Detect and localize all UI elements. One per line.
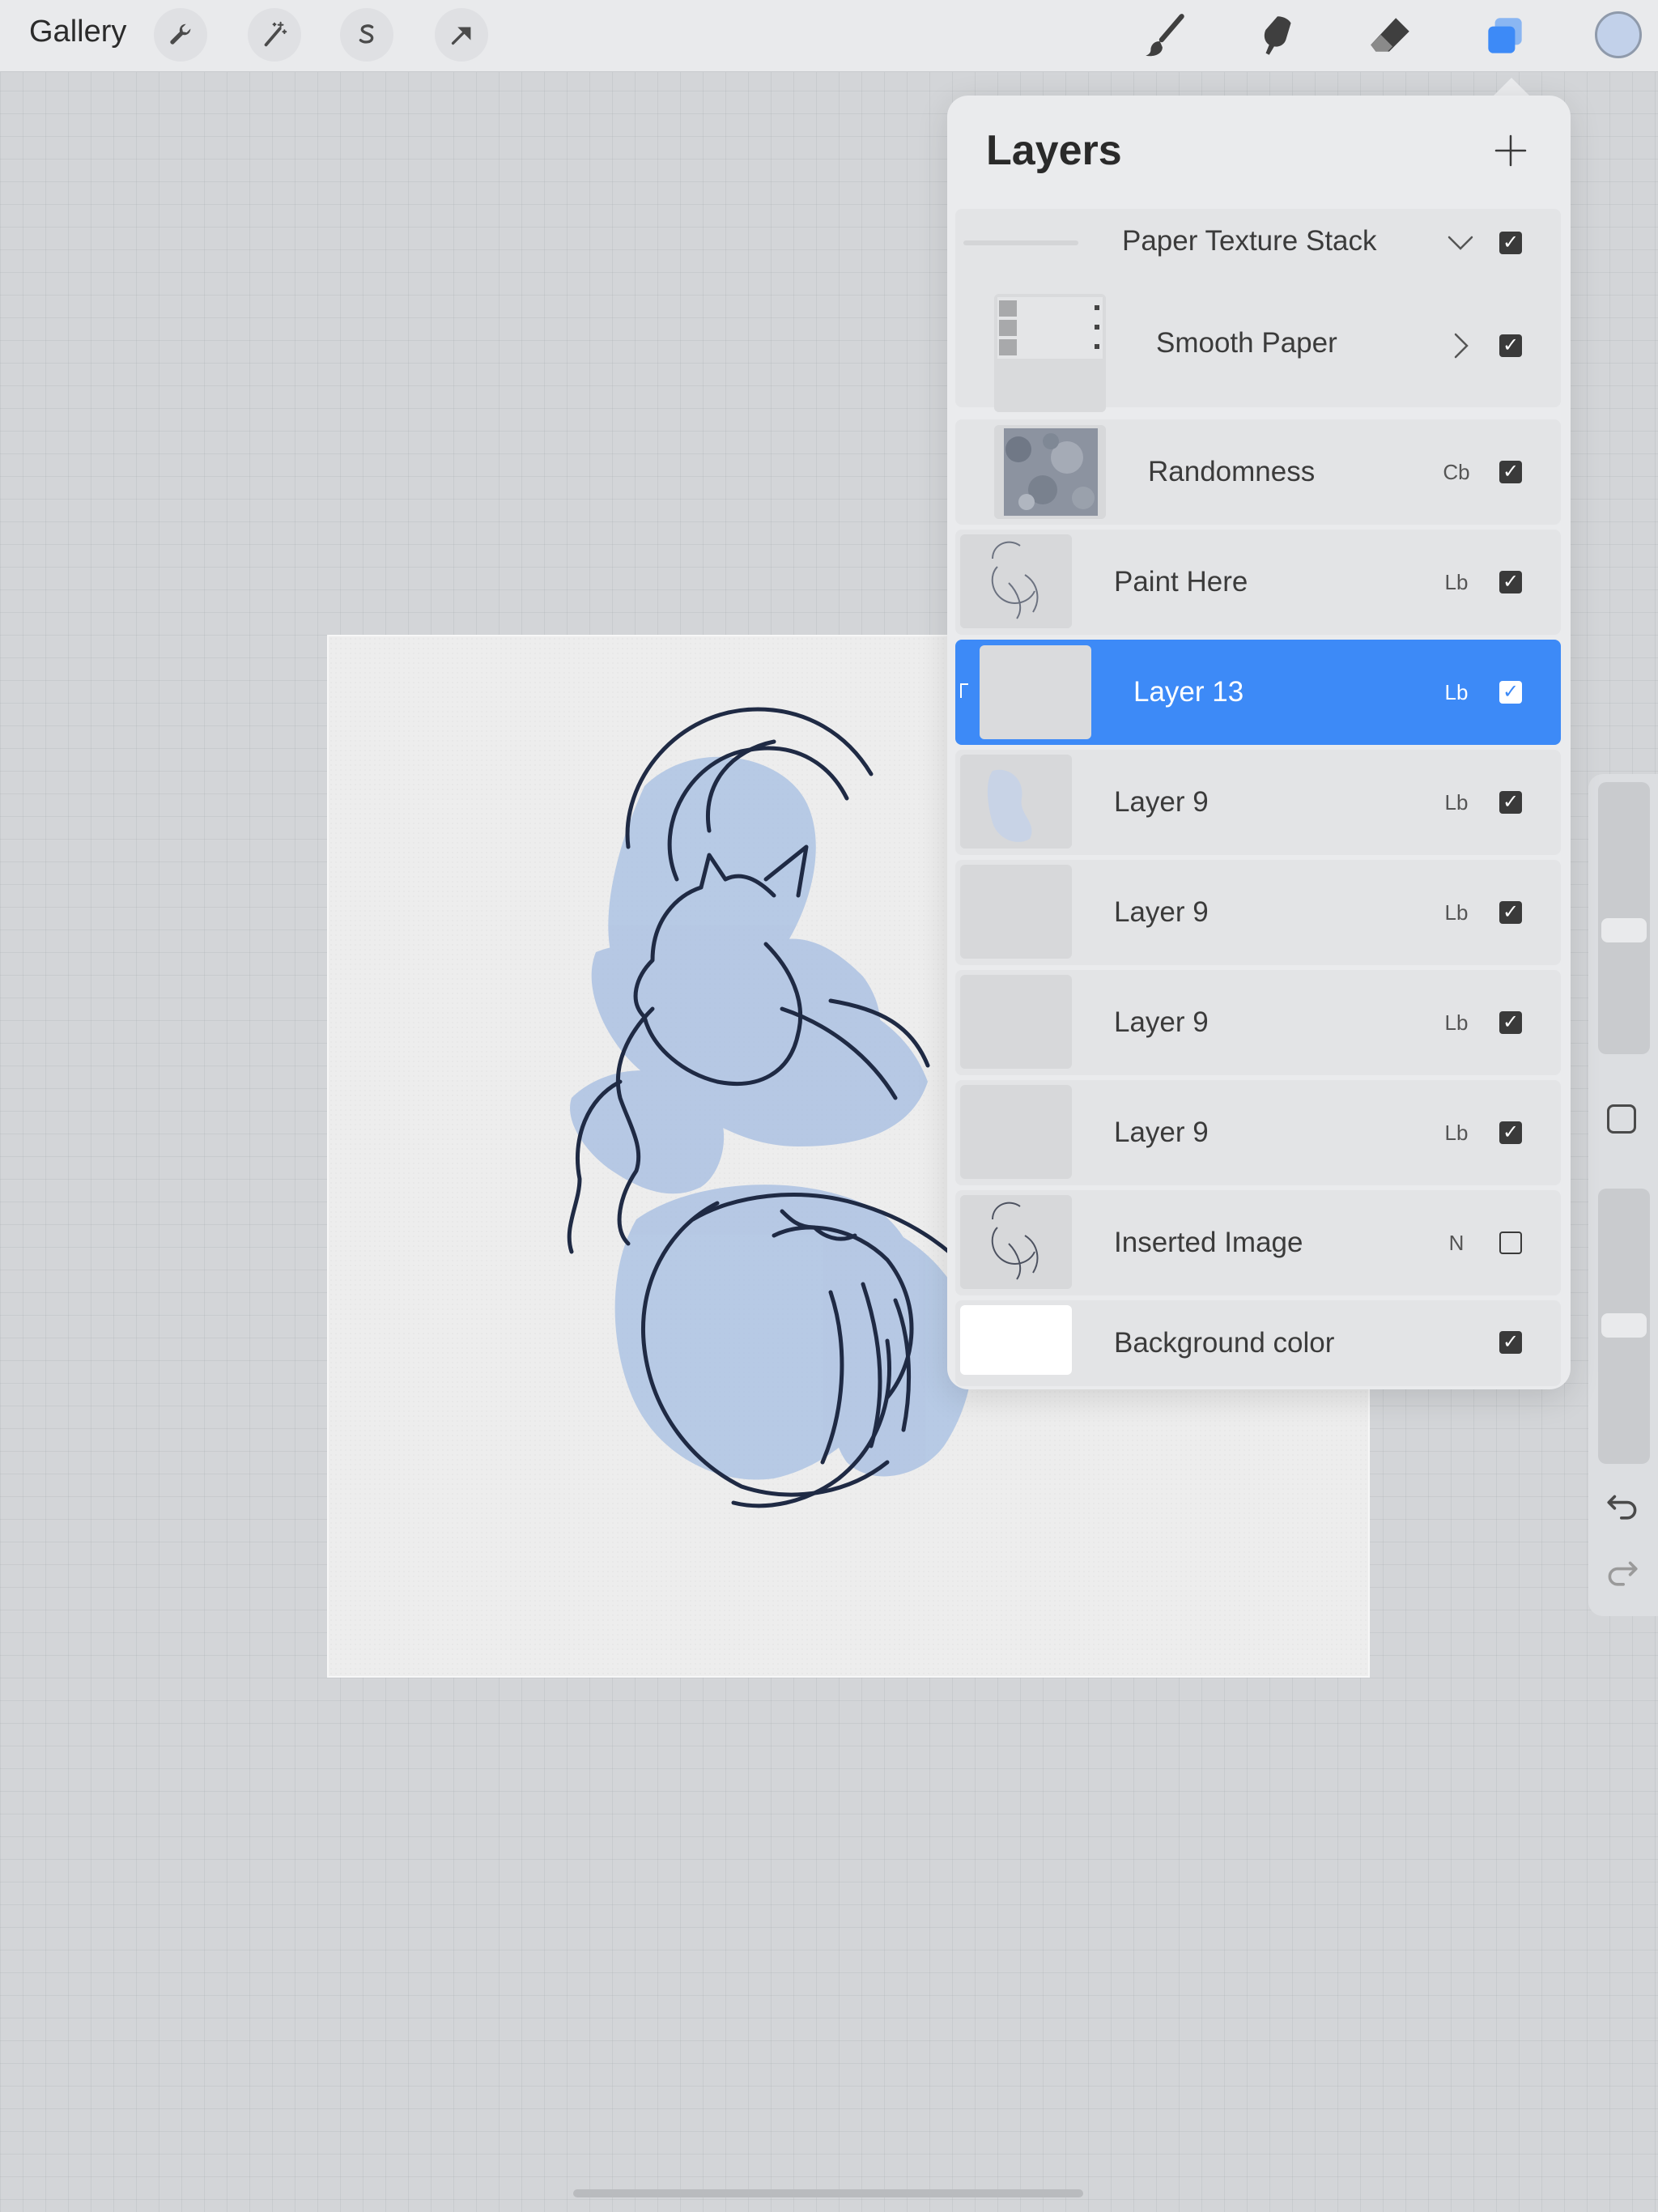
layer-thumbnail (960, 1195, 1072, 1289)
layer-thumbnail (960, 534, 1072, 628)
layer-thumbnail (960, 865, 1072, 959)
smudge-icon (1264, 16, 1291, 55)
redo-icon[interactable] (1603, 1551, 1642, 1590)
gallery-button[interactable]: Gallery (29, 15, 126, 49)
blend-mode-label[interactable]: Cb (1436, 460, 1477, 485)
background-color-swatch[interactable] (960, 1305, 1072, 1375)
layer-name: Paper Texture Stack (1122, 225, 1377, 257)
adjustments-button[interactable] (248, 8, 301, 62)
layer-thumbnail (960, 755, 1072, 849)
layers-panel-title: Layers (986, 127, 1122, 174)
transform-button[interactable] (435, 8, 488, 62)
modify-button[interactable] (1607, 1104, 1636, 1134)
layer-visibility-checkbox[interactable]: ✓ (1499, 461, 1522, 483)
layer-row[interactable]: Layer 9 Lb ✓ (955, 970, 1561, 1075)
layer-thumbnail (994, 425, 1106, 519)
layer-thumbnail (960, 1085, 1072, 1179)
blend-mode-label[interactable]: Lb (1436, 1010, 1477, 1036)
layer-visibility-checkbox[interactable]: ✓ (1499, 791, 1522, 814)
popover-pointer (1492, 78, 1531, 97)
layer-name: Layer 9 (1114, 1117, 1209, 1148)
layer-row[interactable]: Inserted Image N (955, 1190, 1561, 1295)
layer-name: Layer 9 (1114, 1006, 1209, 1038)
layer-visibility-checkbox[interactable]: ✓ (1499, 901, 1522, 924)
transform-arrow-icon (451, 27, 471, 45)
selection-button[interactable] (340, 8, 393, 62)
opacity-slider[interactable] (1598, 1189, 1650, 1464)
blend-mode-label[interactable]: Lb (1436, 790, 1477, 815)
home-indicator[interactable] (573, 2189, 1083, 2197)
layer-row-selected[interactable]: Layer 13 Lb ✓ (955, 640, 1561, 745)
layer-row-background[interactable]: Background color ✓ (955, 1300, 1561, 1386)
chevron-right-icon[interactable] (1444, 330, 1477, 362)
top-toolbar: Gallery (0, 0, 1658, 72)
selection-s-icon (359, 24, 374, 44)
add-layer-icon[interactable] (1491, 131, 1530, 170)
layer-name: Background color (1114, 1327, 1335, 1359)
layer-name: Inserted Image (1114, 1227, 1303, 1258)
layer-row[interactable]: Layer 9 Lb ✓ (955, 750, 1561, 855)
eraser-tool[interactable] (1363, 8, 1419, 65)
layer-thumbnail (980, 645, 1091, 739)
layer-visibility-checkbox[interactable]: ✓ (1499, 232, 1522, 254)
group-thumbnail (963, 240, 1078, 245)
undo-icon[interactable] (1603, 1485, 1642, 1524)
blend-mode-label[interactable]: N (1436, 1231, 1477, 1256)
chevron-down-icon[interactable] (1444, 227, 1477, 259)
layer-thumbnail (960, 975, 1072, 1069)
layer-thumbnail (994, 294, 1106, 412)
opacity-thumb[interactable] (1601, 1313, 1647, 1338)
layer-name: Randomness (1148, 456, 1316, 487)
layer-visibility-checkbox[interactable]: ✓ (1499, 681, 1522, 704)
wrench-icon (170, 23, 191, 45)
layer-row-group[interactable]: Smooth Paper ✓ (955, 286, 1561, 412)
blend-mode-label[interactable]: Lb (1436, 1121, 1477, 1146)
blend-mode-label[interactable]: Lb (1436, 680, 1477, 705)
layer-visibility-checkbox[interactable]: ✓ (1499, 571, 1522, 593)
layer-visibility-checkbox[interactable]: ✓ (1499, 1011, 1522, 1034)
layer-name: Layer 9 (1114, 786, 1209, 818)
blend-mode-label[interactable]: Lb (1436, 900, 1477, 925)
color-picker-button[interactable] (1595, 11, 1642, 58)
brush-tool[interactable] (1137, 8, 1193, 65)
layer-visibility-checkbox[interactable]: ✓ (1499, 334, 1522, 357)
layer-name: Smooth Paper (1156, 327, 1337, 359)
layer-visibility-checkbox[interactable]: ✓ (1499, 1331, 1522, 1354)
layer-name: Layer 13 (1133, 676, 1244, 708)
layer-row[interactable]: Layer 9 Lb ✓ (955, 1080, 1561, 1185)
layer-name: Paint Here (1114, 566, 1248, 598)
brush-size-thumb[interactable] (1601, 918, 1647, 942)
brush-icon (1146, 14, 1184, 57)
smudge-tool[interactable] (1249, 8, 1306, 65)
eraser-icon (1371, 18, 1409, 52)
layer-name: Layer 9 (1114, 896, 1209, 928)
layer-row[interactable]: Randomness Cb ✓ (955, 419, 1561, 525)
blend-mode-label[interactable]: Lb (1436, 570, 1477, 595)
layers-panel: Layers Paper Texture Stack ✓ Smooth Pape… (947, 96, 1571, 1389)
layer-visibility-checkbox[interactable] (1499, 1231, 1522, 1254)
layer-visibility-checkbox[interactable]: ✓ (1499, 1121, 1522, 1144)
brush-size-slider[interactable] (1598, 782, 1650, 1054)
layers-icon (1488, 18, 1522, 53)
layer-row[interactable]: Paint Here Lb ✓ (955, 530, 1561, 635)
layer-row[interactable]: Layer 9 Lb ✓ (955, 860, 1561, 965)
clipping-mask-indicator (960, 683, 968, 698)
actions-button[interactable] (154, 8, 207, 62)
brush-sliders-panel (1588, 774, 1658, 1616)
layers-button[interactable] (1477, 8, 1533, 65)
magic-wand-icon (264, 21, 287, 47)
